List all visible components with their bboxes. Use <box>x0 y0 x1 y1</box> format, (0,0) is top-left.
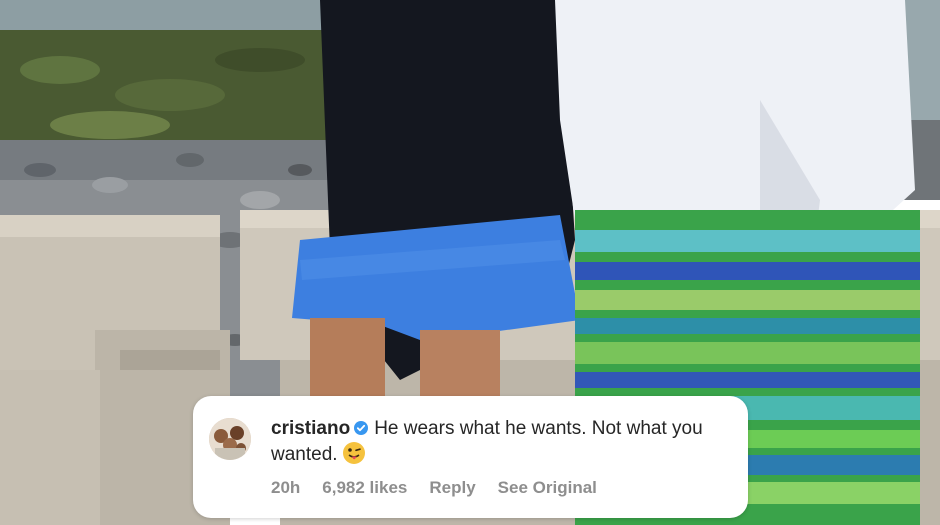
comment-card: cristiano He wears what he wants. Not wha… <box>193 396 748 518</box>
winking-tongue-emoji-icon <box>342 442 365 464</box>
avatar-icon[interactable] <box>209 418 251 460</box>
comment-text-block: cristiano He wears what he wants. Not wha… <box>271 416 731 467</box>
reply-button[interactable]: Reply <box>429 478 475 498</box>
comment-username[interactable]: cristiano <box>271 418 350 439</box>
see-original-button[interactable]: See Original <box>498 478 597 498</box>
comment-meta-row: 20h 6,982 likes Reply See Original <box>271 478 597 498</box>
comment-timestamp: 20h <box>271 478 301 497</box>
comment-likes-count[interactable]: 6,982 likes <box>322 478 407 498</box>
verified-badge-icon <box>354 421 369 435</box>
